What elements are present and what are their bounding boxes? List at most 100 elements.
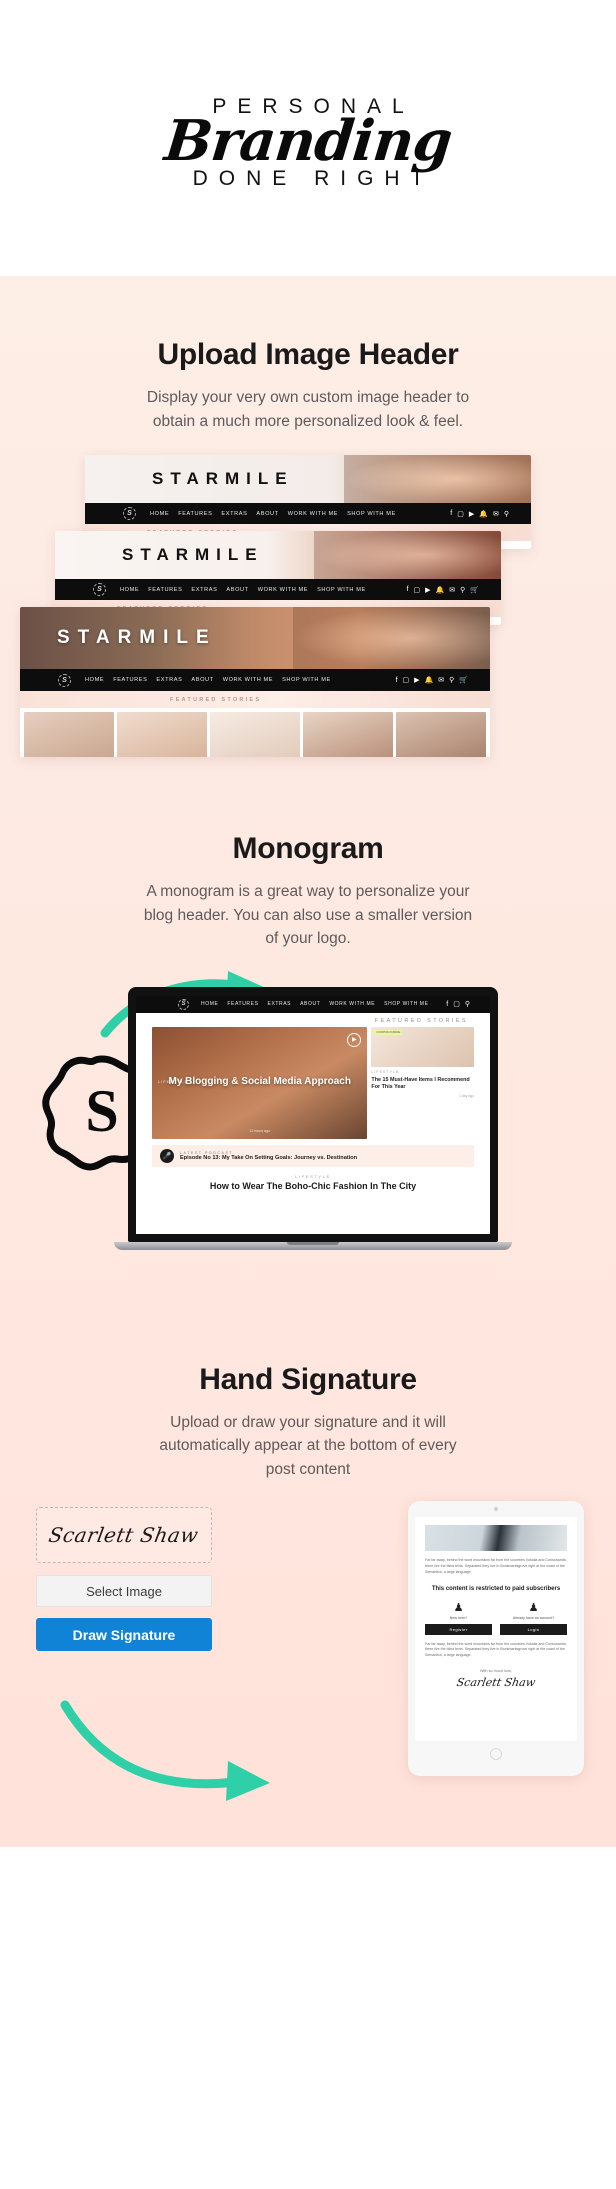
nav-item-work-with-me[interactable]: WORK WITH ME: [223, 677, 273, 683]
nav-items-1[interactable]: HOME FEATURES EXTRAS ABOUT WORK WITH ME …: [150, 511, 396, 517]
nav-items-3[interactable]: HOME FEATURES EXTRAS ABOUT WORK WITH ME …: [85, 677, 331, 683]
nav-items-2[interactable]: HOME FEATURES EXTRAS ABOUT WORK WITH ME …: [120, 587, 366, 593]
mockup-nav-2[interactable]: S HOME FEATURES EXTRAS ABOUT WORK WITH M…: [55, 579, 501, 601]
youtube-icon[interactable]: ▶: [425, 586, 430, 594]
nav-item-features[interactable]: FEATURES: [227, 1001, 258, 1007]
facebook-icon[interactable]: f: [407, 586, 409, 593]
mockup-nav-1[interactable]: S HOME FEATURES EXTRAS ABOUT WORK WITH M…: [85, 503, 531, 525]
laptop-mockup: S HOME FEATURES EXTRAS ABOUT WORK WITH M…: [114, 986, 512, 1250]
nav-item-extras[interactable]: EXTRAS: [221, 511, 247, 517]
nav-social-2[interactable]: f ▢ ▶ 🔔 ✉ ⚲ 🛒: [407, 586, 479, 594]
nav-item-home[interactable]: HOME: [150, 511, 169, 517]
facebook-icon[interactable]: f: [450, 510, 452, 517]
nav-item-home[interactable]: HOME: [120, 587, 139, 593]
laptop-main-post[interactable]: ▶ LIFESTYLE My Blogging & Social Media A…: [152, 1026, 368, 1139]
signature-controls: Scarlett Shaw Select Image Draw Signatur…: [36, 1507, 212, 1652]
nav-item-about[interactable]: ABOUT: [191, 677, 213, 683]
nav-item-features[interactable]: FEATURES: [148, 587, 182, 593]
snapchat-icon[interactable]: 🔔: [479, 510, 488, 518]
youtube-icon[interactable]: ▶: [469, 510, 474, 518]
tablet-new-label: New here?: [449, 1615, 468, 1620]
tablet-member-label: Already have an account?: [512, 1615, 555, 1620]
nav-item-home[interactable]: HOME: [85, 677, 104, 683]
nav-item-extras[interactable]: EXTRAS: [191, 587, 217, 593]
laptop-side-time: 1 day ago: [459, 1093, 474, 1098]
mail-icon[interactable]: ✉: [438, 676, 444, 684]
nav-item-work-with-me[interactable]: WORK WITH ME: [288, 511, 338, 517]
nav-item-shop-with-me[interactable]: SHOP WITH ME: [282, 677, 331, 683]
tablet-home-button[interactable]: [490, 1748, 502, 1761]
nav-item-about[interactable]: ABOUT: [226, 587, 248, 593]
laptop-main-title: My Blogging & Social Media Approach: [168, 1076, 351, 1088]
snapchat-icon[interactable]: 🔔: [425, 676, 434, 684]
laptop-nav-social[interactable]: f ▢ ⚲: [446, 1000, 470, 1009]
mockup-hero-3: STARMILE: [20, 607, 490, 670]
search-icon[interactable]: ⚲: [460, 586, 465, 594]
laptop-last-title: How to Wear The Boho-Chic Fashion In The…: [209, 1180, 417, 1191]
nav-item-work-with-me[interactable]: WORK WITH ME: [258, 587, 308, 593]
instagram-icon[interactable]: ▢: [457, 510, 464, 518]
nav-social-1[interactable]: f ▢ ▶ 🔔 ✉ ⚲: [450, 510, 509, 518]
nav-item-shop-with-me[interactable]: SHOP WITH ME: [384, 1001, 428, 1007]
search-icon[interactable]: ⚲: [449, 676, 454, 684]
snapchat-icon[interactable]: 🔔: [436, 586, 445, 594]
cart-icon[interactable]: 🛒: [470, 586, 479, 594]
signature-preview-box[interactable]: Scarlett Shaw: [36, 1507, 212, 1564]
facebook-icon[interactable]: f: [446, 1001, 448, 1008]
facebook-icon[interactable]: f: [396, 677, 398, 684]
draw-signature-button[interactable]: Draw Signature: [36, 1618, 212, 1652]
section-desc-hand-signature: Upload or draw your signature and it wil…: [159, 1413, 457, 1478]
tablet-body-text-2: Far far away, behind the word mountains …: [425, 1641, 567, 1658]
grid-thumb: [396, 712, 486, 758]
laptop-last-post[interactable]: LIFESTYLE How to Wear The Boho-Chic Fash…: [136, 1174, 490, 1193]
user-icon: ♟: [528, 1601, 539, 1614]
header-mockup-3: STARMILE S HOME FEATURES EXTRAS ABOUT WO…: [20, 607, 490, 758]
laptop-side-post[interactable]: COUPON INSIDE LIFESTYLE The 15 Must-Have…: [371, 1026, 474, 1139]
nav-social-3[interactable]: f ▢ ▶ 🔔 ✉ ⚲ 🛒: [396, 676, 468, 685]
tablet-subscribe-columns: ♟ New here? Register ♟ Already have an a…: [425, 1601, 567, 1635]
nav-item-work-with-me[interactable]: WORK WITH ME: [329, 1001, 375, 1007]
monogram-icon: S: [58, 673, 71, 687]
mockup-post-grid: [20, 708, 490, 758]
nav-item-home[interactable]: HOME: [201, 1001, 218, 1007]
nav-item-extras[interactable]: EXTRAS: [156, 677, 182, 683]
mail-icon[interactable]: ✉: [449, 586, 455, 594]
laptop-podcast-block[interactable]: 🎤 LATEST PODCAST Episode No 13: My Take …: [152, 1144, 474, 1167]
laptop-nav[interactable]: S HOME FEATURES EXTRAS ABOUT WORK WITH M…: [136, 995, 490, 1013]
nav-item-about[interactable]: ABOUT: [300, 1001, 320, 1007]
select-image-button[interactable]: Select Image: [36, 1575, 212, 1608]
instagram-icon[interactable]: ▢: [414, 586, 421, 594]
cart-icon[interactable]: 🛒: [459, 676, 468, 684]
tablet-thanks-text: With so much love,: [479, 1668, 513, 1673]
nav-item-shop-with-me[interactable]: SHOP WITH ME: [317, 587, 366, 593]
instagram-icon[interactable]: ▢: [453, 1000, 460, 1008]
teal-arrow-icon-2: [60, 1700, 270, 1802]
search-icon[interactable]: ⚲: [504, 510, 509, 518]
mockup-nav-3[interactable]: S HOME FEATURES EXTRAS ABOUT WORK WITH M…: [20, 669, 490, 692]
nav-item-extras[interactable]: EXTRAS: [268, 1001, 292, 1007]
tablet-screen-content: Far far away, behind the word mountains …: [415, 1517, 577, 1742]
nav-item-features[interactable]: FEATURES: [113, 677, 147, 683]
tablet-login-button[interactable]: Login: [500, 1623, 567, 1635]
mail-icon[interactable]: ✉: [493, 510, 499, 518]
mockup-brand-1: STARMILE: [152, 469, 294, 489]
grid-thumb: [117, 712, 207, 758]
monogram-illustration: S S HOME FEATURES EXTRAS ABOUT WORK WITH…: [0, 970, 616, 1301]
nav-item-about[interactable]: ABOUT: [256, 511, 278, 517]
nav-item-features[interactable]: FEATURES: [178, 511, 212, 517]
laptop-screen-content: S HOME FEATURES EXTRAS ABOUT WORK WITH M…: [136, 995, 490, 1234]
coupon-badge: COUPON INSIDE: [374, 1029, 403, 1036]
tablet-signature-text: Scarlett Shaw: [455, 1675, 537, 1689]
search-icon[interactable]: ⚲: [465, 1000, 470, 1008]
content-body: Upload Image Header Display your very ow…: [0, 276, 616, 1848]
play-icon[interactable]: ▶: [347, 1032, 362, 1047]
instagram-icon[interactable]: ▢: [403, 676, 410, 684]
tablet-register-button[interactable]: Register: [425, 1623, 492, 1635]
monogram-icon: S: [93, 583, 106, 597]
tablet-body-text: Far far away, behind the word mountains …: [425, 1558, 567, 1574]
grid-thumb: [303, 712, 393, 758]
nav-item-shop-with-me[interactable]: SHOP WITH ME: [347, 511, 396, 517]
mockup-hero-2: STARMILE: [55, 531, 501, 580]
youtube-icon[interactable]: ▶: [414, 676, 419, 684]
laptop-nav-items[interactable]: HOME FEATURES EXTRAS ABOUT WORK WITH ME …: [201, 1001, 429, 1007]
